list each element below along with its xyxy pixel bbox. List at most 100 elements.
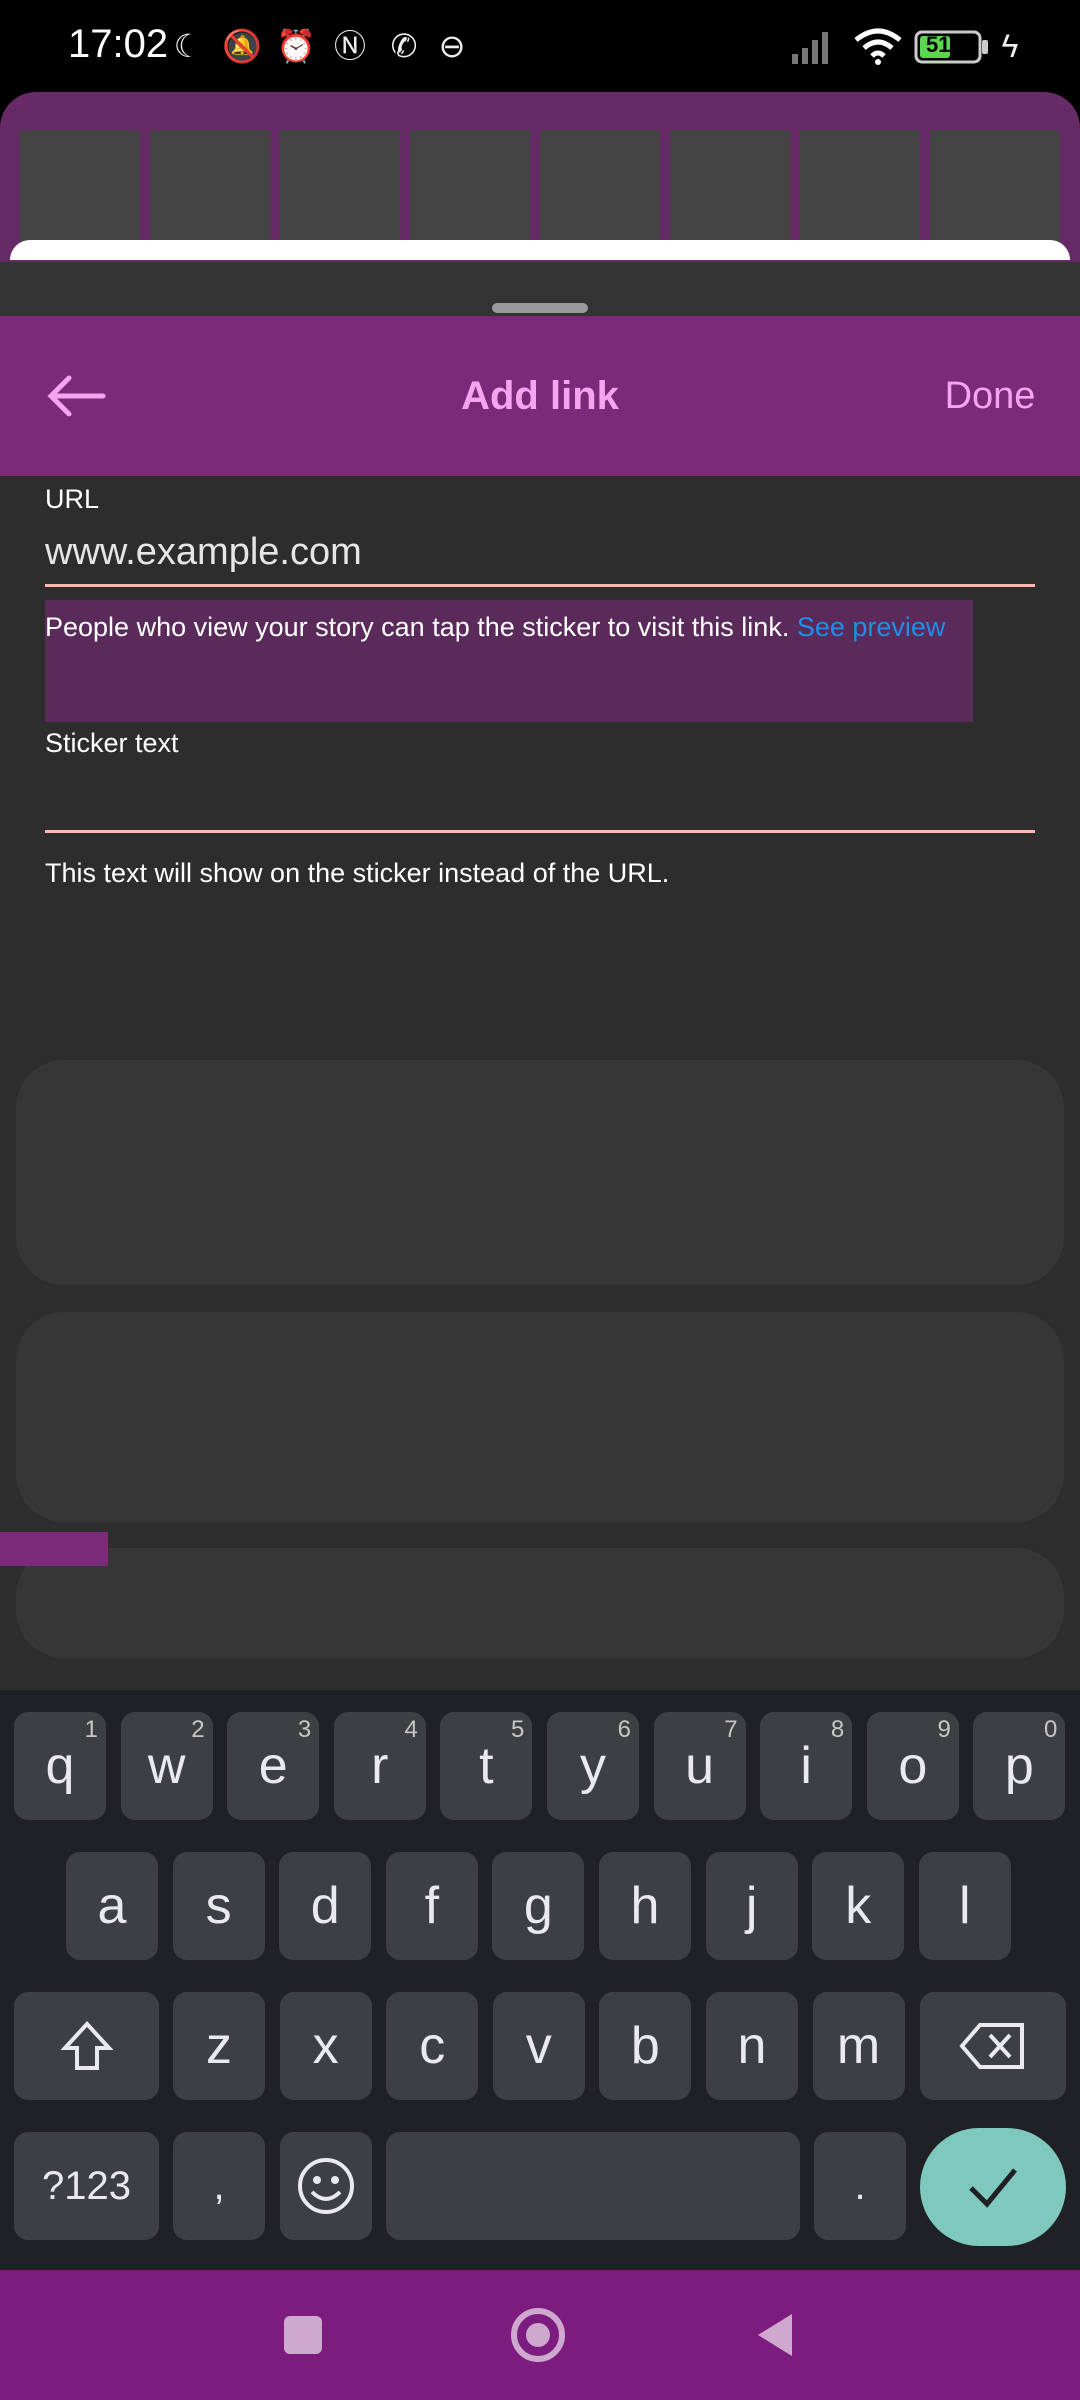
battery-level: 51: [926, 32, 951, 57]
mute-icon: 🔕: [222, 28, 262, 64]
key-label: i: [800, 1737, 812, 1795]
symbols-key[interactable]: ?123: [14, 2132, 159, 2240]
drag-handle[interactable]: [492, 303, 588, 313]
key-hint: 4: [404, 1716, 418, 1743]
preview-thumbnail: [410, 130, 530, 250]
preview-thumbnail: [540, 130, 660, 250]
key-h[interactable]: h: [599, 1852, 691, 1960]
emoji-key[interactable]: [280, 2132, 372, 2240]
back-nav-button[interactable]: [705, 2270, 845, 2400]
key-y[interactable]: y6: [547, 1712, 639, 1820]
key-label: r: [371, 1737, 389, 1795]
key-k[interactable]: k: [812, 1852, 905, 1960]
key-o[interactable]: o9: [866, 1712, 959, 1820]
period-key[interactable]: .: [814, 2132, 906, 2240]
key-a[interactable]: a: [66, 1852, 158, 1960]
key-label: o: [898, 1737, 928, 1795]
sheet-top: [0, 262, 1080, 322]
key-label: q: [45, 1737, 75, 1795]
key-n[interactable]: n: [706, 1992, 798, 2100]
key-w[interactable]: w2: [120, 1712, 213, 1820]
shift-icon: [59, 2021, 114, 2070]
square-icon: [284, 2316, 322, 2354]
key-i[interactable]: i8: [760, 1712, 853, 1820]
circle-icon: [511, 2308, 565, 2362]
sticker-text-input[interactable]: [45, 770, 1039, 832]
comma-key[interactable]: ,: [173, 2132, 265, 2240]
key-hint: 8: [830, 1716, 845, 1743]
check-icon: [969, 2168, 1017, 2208]
key-m[interactable]: m: [812, 1992, 905, 2100]
key-c[interactable]: c: [386, 1992, 479, 2100]
key-label: y: [580, 1737, 606, 1795]
url-label: URL: [45, 484, 100, 514]
key-label: u: [685, 1737, 715, 1795]
key-t[interactable]: t5: [440, 1712, 533, 1820]
sheet-edge: [10, 240, 1070, 260]
sticker-text-label: Sticker text: [45, 728, 179, 758]
battery-icon: 51: [914, 26, 992, 66]
key-hint: 5: [511, 1716, 525, 1743]
recents-button[interactable]: [233, 2270, 373, 2400]
key-d[interactable]: d: [279, 1852, 372, 1960]
app-icon: ⊖: [438, 28, 466, 64]
key-hint: 9: [937, 1716, 951, 1743]
key-label: p: [1004, 1737, 1034, 1795]
url-help-text: People who view your story can tap the s…: [45, 612, 1035, 643]
url-underline: [45, 584, 1035, 587]
key-label: e: [258, 1737, 288, 1795]
preview-thumbnail: [280, 130, 400, 250]
key-u[interactable]: u7: [653, 1712, 746, 1820]
key-z[interactable]: z: [173, 1992, 265, 2100]
shift-key[interactable]: [14, 1992, 159, 2100]
key-q[interactable]: q1: [14, 1712, 106, 1820]
preview-thumbnail: [670, 130, 790, 250]
home-button[interactable]: [468, 2270, 608, 2400]
key-x[interactable]: x: [279, 1992, 372, 2100]
key-label: w: [147, 1737, 186, 1795]
see-preview-link[interactable]: See preview: [797, 612, 946, 642]
preview-thumbnail: [800, 130, 920, 250]
key-g[interactable]: g: [492, 1852, 585, 1960]
enter-key[interactable]: [920, 2128, 1066, 2246]
moon-icon: ☾: [173, 28, 203, 64]
key-j[interactable]: j: [705, 1852, 798, 1960]
sticker-underline: [45, 830, 1035, 833]
key-hint: 2: [191, 1716, 205, 1743]
signal-icon: [786, 26, 842, 66]
done-button[interactable]: Done: [900, 316, 1080, 476]
backspace-key[interactable]: [920, 1992, 1066, 2100]
preview-thumbnail: [150, 130, 270, 250]
key-hint: 1: [84, 1716, 98, 1743]
space-key[interactable]: [386, 2132, 800, 2240]
key-hint: 3: [297, 1716, 312, 1743]
sticker-help-text: This text will show on the sticker inste…: [45, 858, 670, 888]
nfc-icon: Ⓝ: [333, 28, 366, 64]
url-input[interactable]: [45, 520, 1035, 585]
emoji-icon: [298, 2158, 354, 2214]
triangle-back-icon: [758, 2314, 792, 2356]
alarm-icon: ⏰: [276, 28, 316, 64]
key-label: t: [479, 1737, 494, 1795]
key-v[interactable]: v: [492, 1992, 585, 2100]
content-card: [16, 1060, 1064, 1285]
backspace-icon: [959, 2023, 1024, 2069]
preview-thumbnail: [930, 130, 1060, 250]
wifi-icon: [852, 26, 904, 66]
key-b[interactable]: b: [599, 1992, 692, 2100]
charging-icon: ϟ: [1001, 28, 1019, 64]
key-p[interactable]: p0: [973, 1712, 1066, 1820]
key-e[interactable]: e3: [227, 1712, 320, 1820]
status-bar: 17:02 ☾ 🔕 ⏰ Ⓝ ✆ ⊖ 51 ϟ: [0, 0, 1080, 88]
key-s[interactable]: s: [172, 1852, 265, 1960]
key-hint: 6: [617, 1716, 631, 1743]
overlay-tab: [0, 1532, 108, 1566]
key-hint: 7: [724, 1716, 738, 1743]
key-r[interactable]: r4: [333, 1712, 426, 1820]
url-help-body: People who view your story can tap the s…: [45, 612, 797, 642]
key-l[interactable]: l: [918, 1852, 1011, 1960]
preview-thumbnail: [20, 130, 140, 250]
key-f[interactable]: f: [385, 1852, 478, 1960]
whatsapp-icon: ✆: [390, 28, 418, 64]
content-card: [16, 1548, 1064, 1658]
